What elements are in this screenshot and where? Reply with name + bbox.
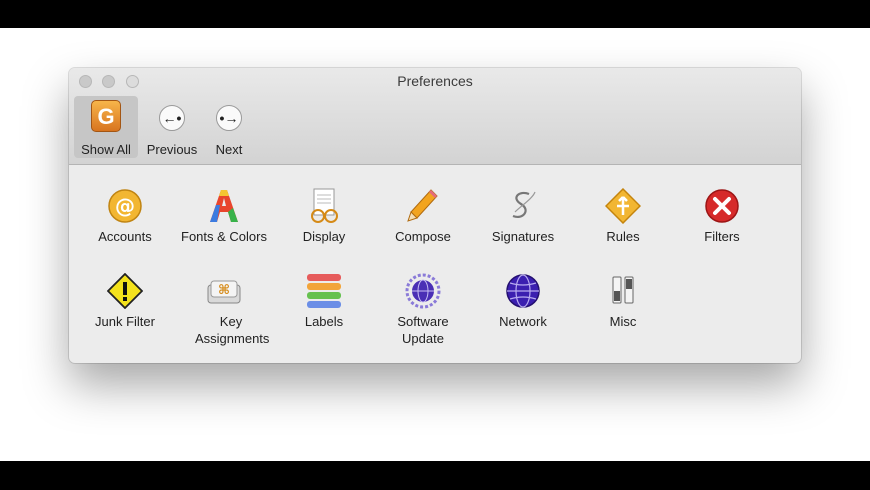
at-sign-icon: @ (108, 189, 142, 223)
pane-rules[interactable]: Rules (573, 188, 673, 244)
pane-rules-label: Rules (606, 229, 640, 244)
preferences-window: Preferences G Show All ←• Previous •→ Ne… (69, 68, 801, 363)
pane-fonts-colors[interactable]: Fonts & Colors (174, 188, 274, 244)
warning-exclamation-icon (107, 273, 143, 309)
toolbar-show-all[interactable]: G Show All (74, 96, 138, 158)
pane-filters-label: Filters (704, 229, 740, 244)
pane-compose[interactable]: Compose (373, 188, 473, 244)
pane-junk-filter-label: Junk Filter (95, 314, 155, 329)
pane-network-label: Network (499, 314, 547, 329)
pane-fonts-colors-label: Fonts & Colors (181, 229, 267, 244)
svg-text:@: @ (115, 194, 135, 218)
colored-labels-icon (307, 274, 341, 308)
pane-labels-label: Labels (304, 314, 344, 329)
pane-display[interactable]: Display (274, 188, 374, 244)
top-black-bar (0, 0, 870, 28)
network-globe-icon (506, 274, 540, 308)
pane-labels[interactable]: Labels (274, 273, 374, 329)
red-x-icon (705, 189, 739, 223)
toolbar-next[interactable]: •→ Next (205, 96, 253, 158)
mail-app-icon: G (91, 100, 121, 132)
signature-s-icon (512, 191, 536, 218)
svg-text:⌘: ⌘ (218, 283, 230, 298)
pane-misc-label: Misc (609, 314, 637, 329)
pane-signatures-label: Signatures (491, 229, 555, 244)
pane-compose-label: Compose (395, 229, 451, 244)
toolbar-show-all-label: Show All (81, 142, 131, 157)
pane-misc[interactable]: Misc (573, 273, 673, 329)
road-sign-icon (605, 188, 641, 224)
toolbar-previous-label: Previous (146, 142, 198, 157)
pane-accounts-label: Accounts (98, 229, 152, 244)
pane-key-assignments-label: Key Assignments (195, 314, 270, 346)
next-arrow-icon: •→ (216, 105, 242, 131)
pane-signatures[interactable]: Signatures (473, 188, 573, 244)
pencil-icon (407, 189, 438, 222)
pane-accounts[interactable]: @ Accounts (75, 188, 175, 244)
globe-update-icon (405, 273, 441, 309)
bottom-black-bar (0, 461, 870, 490)
pane-junk-filter[interactable]: Junk Filter (75, 273, 175, 329)
rainbow-letter-a-icon (210, 190, 238, 222)
pane-key-assignments[interactable]: ⌘ Key Assignments (174, 273, 274, 346)
command-key-icon: ⌘ (207, 280, 241, 304)
window-title: Preferences (397, 73, 473, 89)
pane-filters[interactable]: Filters (672, 188, 772, 244)
pane-display-label: Display (302, 229, 346, 244)
switches-icon (612, 276, 634, 304)
pane-software-update[interactable]: Software Update (373, 273, 473, 346)
document-glasses-icon (311, 188, 338, 223)
toolbar-previous[interactable]: ←• Previous (141, 96, 203, 158)
toolbar-next-label: Next (215, 142, 243, 157)
pane-software-update-label: Software Update (397, 314, 449, 346)
previous-arrow-icon: ←• (159, 105, 185, 131)
pane-network[interactable]: Network (473, 273, 573, 329)
titlebar-toolbar: Preferences G Show All ←• Previous •→ Ne… (69, 68, 801, 165)
